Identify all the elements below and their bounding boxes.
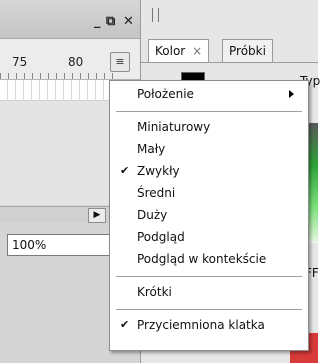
menu-separator — [116, 111, 302, 112]
menu-item-label: Duży — [137, 208, 168, 222]
panel-grip-handle[interactable] — [152, 8, 159, 22]
zoom-input[interactable]: 100% — [7, 234, 110, 256]
tab-close-icon[interactable]: × — [192, 44, 202, 58]
menu-item-label: Zwykły — [137, 164, 180, 178]
timeline-view-menu: Położenie Miniaturowy Mały ✔ Zwykły Średni Duż… — [109, 80, 309, 351]
menu-item-zwykly[interactable]: ✔ Zwykły — [110, 161, 308, 181]
menu-item-podglad[interactable]: Podgląd — [110, 227, 308, 247]
menu-item-label: Podgląd w kontekście — [137, 252, 267, 266]
menu-separator — [116, 276, 302, 277]
restore-icon[interactable]: ⧉ — [106, 14, 115, 29]
ruler-label-80: 80 — [68, 55, 84, 69]
close-icon[interactable]: ✕ — [123, 14, 134, 29]
menu-item-przyciemniona-klatka[interactable]: ✔ Przyciemniona klatka — [110, 315, 308, 335]
menu-item-label: Podgląd — [137, 230, 185, 244]
menu-item-podglad-w-kontekscie[interactable]: Podgląd w kontekście — [110, 249, 308, 269]
menu-item-polozenie[interactable]: Położenie — [110, 84, 308, 104]
tab-probki[interactable]: Próbki — [222, 39, 273, 62]
menu-item-miniaturowy[interactable]: Miniaturowy — [110, 117, 308, 137]
menu-item-krotki[interactable]: Krótki — [110, 282, 308, 302]
minimize-icon[interactable]: _ — [94, 14, 101, 29]
menu-item-label: Przyciemniona klatka — [137, 318, 265, 332]
menu-item-label: Średni — [137, 186, 176, 200]
timeline-title-bar: _ ⧉ ✕ — [0, 0, 140, 39]
menu-item-sredni[interactable]: Średni — [110, 183, 308, 203]
submenu-arrow-icon — [289, 90, 294, 98]
checkmark-icon: ✔ — [120, 164, 130, 177]
timeline-panel-menu-button[interactable]: ≡ — [110, 52, 130, 72]
menu-item-duzy[interactable]: Duży — [110, 205, 308, 225]
panel-menu-icon: ≡ — [115, 55, 125, 68]
scroll-right-icon: ▶ — [93, 210, 101, 220]
tab-kolor[interactable]: Kolor × — [148, 39, 210, 62]
menu-item-label: Położenie — [137, 87, 194, 101]
menu-item-label: Mały — [137, 142, 166, 156]
menu-item-label: Krótki — [137, 285, 172, 299]
tab-probki-label: Próbki — [229, 44, 266, 58]
scroll-right-button[interactable]: ▶ — [88, 208, 106, 223]
menu-item-label: Miniaturowy — [137, 120, 211, 134]
ruler-label-75: 75 — [12, 55, 28, 69]
menu-item-maly[interactable]: Mały — [110, 139, 308, 159]
checkmark-icon: ✔ — [120, 318, 130, 331]
menu-separator — [116, 309, 302, 310]
ruler-ticks — [0, 73, 118, 79]
tab-kolor-label: Kolor — [155, 44, 186, 58]
